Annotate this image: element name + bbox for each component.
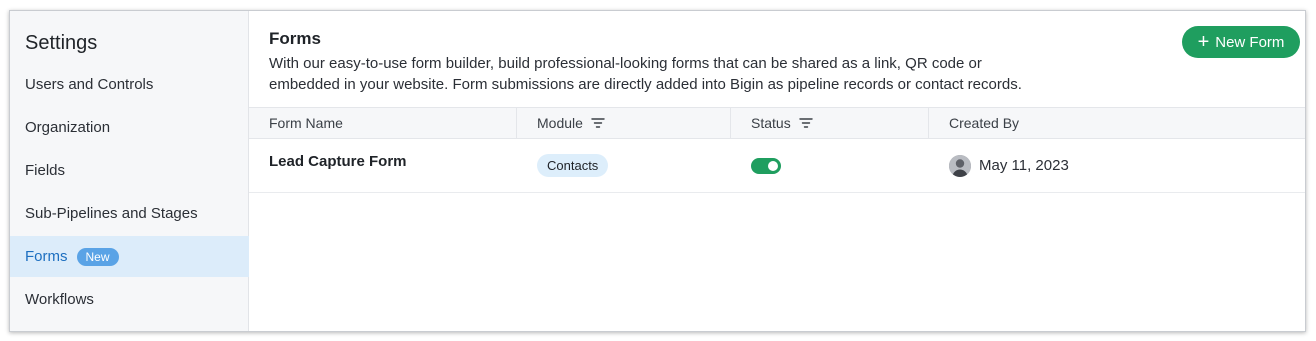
column-header-form-name[interactable]: Form Name <box>249 108 517 138</box>
column-header-created-by[interactable]: Created By <box>929 108 1305 138</box>
page-title: Forms <box>269 29 321 48</box>
cell-status <box>731 139 929 192</box>
avatar <box>949 154 971 177</box>
column-header-label: Module <box>537 115 583 131</box>
column-header-status[interactable]: Status <box>731 108 929 138</box>
sidebar-item-label: Organization <box>25 119 111 136</box>
sidebar-item-label: Fields <box>25 162 66 179</box>
status-toggle[interactable] <box>751 157 781 174</box>
sidebar-item-workflows[interactable]: Workflows <box>10 279 249 320</box>
sidebar-item-users-and-controls[interactable]: Users and Controls <box>10 64 249 105</box>
sidebar-item-label: Workflows <box>25 291 94 308</box>
sidebar-item-forms[interactable]: Forms New <box>10 236 249 277</box>
sidebar-item-fields[interactable]: Fields <box>10 150 249 191</box>
new-form-button[interactable]: + New Form <box>1182 26 1300 58</box>
new-badge: New <box>76 247 119 266</box>
created-date: May 11, 2023 <box>979 157 1069 174</box>
sidebar-item-label: Sub-Pipelines and Stages <box>25 205 198 222</box>
column-header-label: Created By <box>949 115 1020 131</box>
sidebar-item-label: Users and Controls <box>25 76 154 93</box>
sidebar-title: Settings <box>25 32 98 54</box>
forms-table: Form Name Module Status Created By Lead … <box>249 107 1305 193</box>
table-row[interactable]: Lead Capture Form Contacts May 11, 2023 <box>249 139 1305 193</box>
filter-icon[interactable] <box>799 117 813 129</box>
plus-icon: + <box>1197 31 1210 53</box>
cell-created-by: May 11, 2023 <box>929 139 1305 192</box>
module-chip: Contacts <box>537 154 609 177</box>
sidebar-item-organization[interactable]: Organization <box>10 107 249 148</box>
filter-icon[interactable] <box>591 117 605 129</box>
settings-window: Settings Users and Controls Organization… <box>9 10 1306 332</box>
form-name-link[interactable]: Lead Capture Form <box>269 153 407 170</box>
column-header-label: Form Name <box>269 115 343 131</box>
sidebar-item-sub-pipelines-and-stages[interactable]: Sub-Pipelines and Stages <box>10 193 249 234</box>
column-header-module[interactable]: Module <box>517 108 731 138</box>
new-form-button-label: New Form <box>1215 33 1285 51</box>
table-header: Form Name Module Status Created By <box>249 107 1305 139</box>
cell-form-name[interactable]: Lead Capture Form <box>249 139 517 192</box>
cell-module: Contacts <box>517 139 731 192</box>
page-description: With our easy-to-use form builder, build… <box>269 55 1022 93</box>
column-header-label: Status <box>751 115 791 131</box>
forms-panel: Forms With our easy-to-use form builder,… <box>249 11 1305 331</box>
sidebar-item-label: Forms <box>25 248 68 265</box>
toggle-knob <box>768 160 778 171</box>
settings-sidebar: Settings Users and Controls Organization… <box>10 11 249 331</box>
